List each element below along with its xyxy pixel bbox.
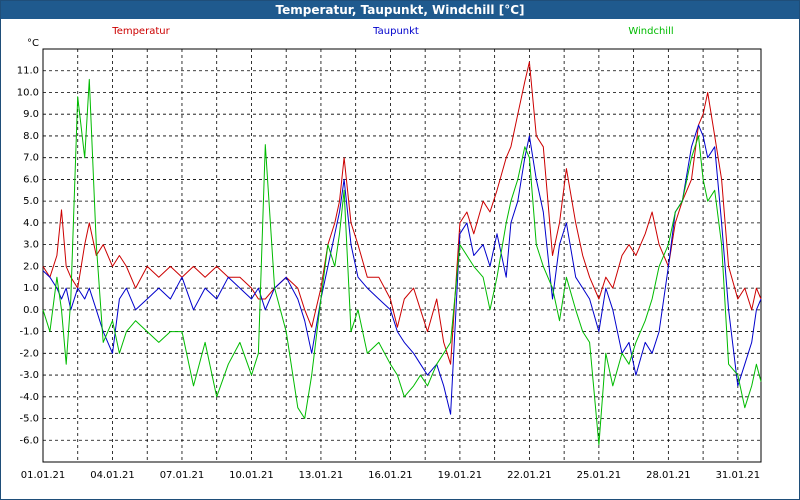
x-tick-label: 22.01.21: [507, 470, 552, 481]
chart-canvas: 11.0 10.0 9.0 8.0 7.0 6.0 5.0 4.0 3.0 2.0 1.0 0.0 -1…: [17, 26, 762, 481]
y-tick-label: 3.0: [23, 240, 39, 251]
legend-label-taupunkt: Taupunkt: [372, 26, 419, 37]
x-tick-label: 04.01.21: [90, 470, 135, 481]
y-tick-label: -3.0: [19, 370, 39, 381]
y-tick-label: 6.0: [23, 174, 39, 185]
x-tick-label: 19.01.21: [438, 470, 483, 481]
y-tick-label: 9.0: [23, 109, 39, 120]
chart-window: Temperatur, Taupunkt, Windchill [°C] 11.…: [0, 0, 800, 500]
y-tick-label: 10.0: [17, 87, 39, 98]
x-tick-label: 16.01.21: [368, 470, 413, 481]
x-tick-label: 31.01.21: [716, 470, 761, 481]
y-axis-label: °C: [27, 38, 39, 49]
y-tick-label: -2.0: [19, 348, 39, 359]
y-tick-label: -6.0: [19, 435, 39, 446]
y-tick-label: -1.0: [19, 327, 39, 338]
plot-area: [42, 48, 762, 463]
x-tick-label: 25.01.21: [577, 470, 622, 481]
x-tick-label: 13.01.21: [299, 470, 344, 481]
y-tick-label: 0.0: [23, 305, 39, 316]
y-tick-label: 2.0: [23, 261, 39, 272]
x-tick-label: 01.01.21: [21, 470, 66, 481]
window-title: Temperatur, Taupunkt, Windchill [°C]: [1, 1, 799, 19]
y-tick-label: 11.0: [17, 66, 39, 77]
y-tick-label: 7.0: [23, 153, 39, 164]
legend-label-windchill: Windchill: [628, 26, 673, 37]
y-tick-label: -5.0: [19, 414, 39, 425]
y-tick-label: 5.0: [23, 196, 39, 207]
x-tick-label: 07.01.21: [160, 470, 205, 481]
x-tick-label: 28.01.21: [646, 470, 691, 481]
y-tick-label: -4.0: [19, 392, 39, 403]
y-tick-label: 4.0: [23, 218, 39, 229]
x-tick-label: 10.01.21: [229, 470, 274, 481]
y-tick-label: 8.0: [23, 131, 39, 142]
legend-label-temperatur: Temperatur: [111, 26, 170, 37]
y-tick-label: 1.0: [23, 283, 39, 294]
